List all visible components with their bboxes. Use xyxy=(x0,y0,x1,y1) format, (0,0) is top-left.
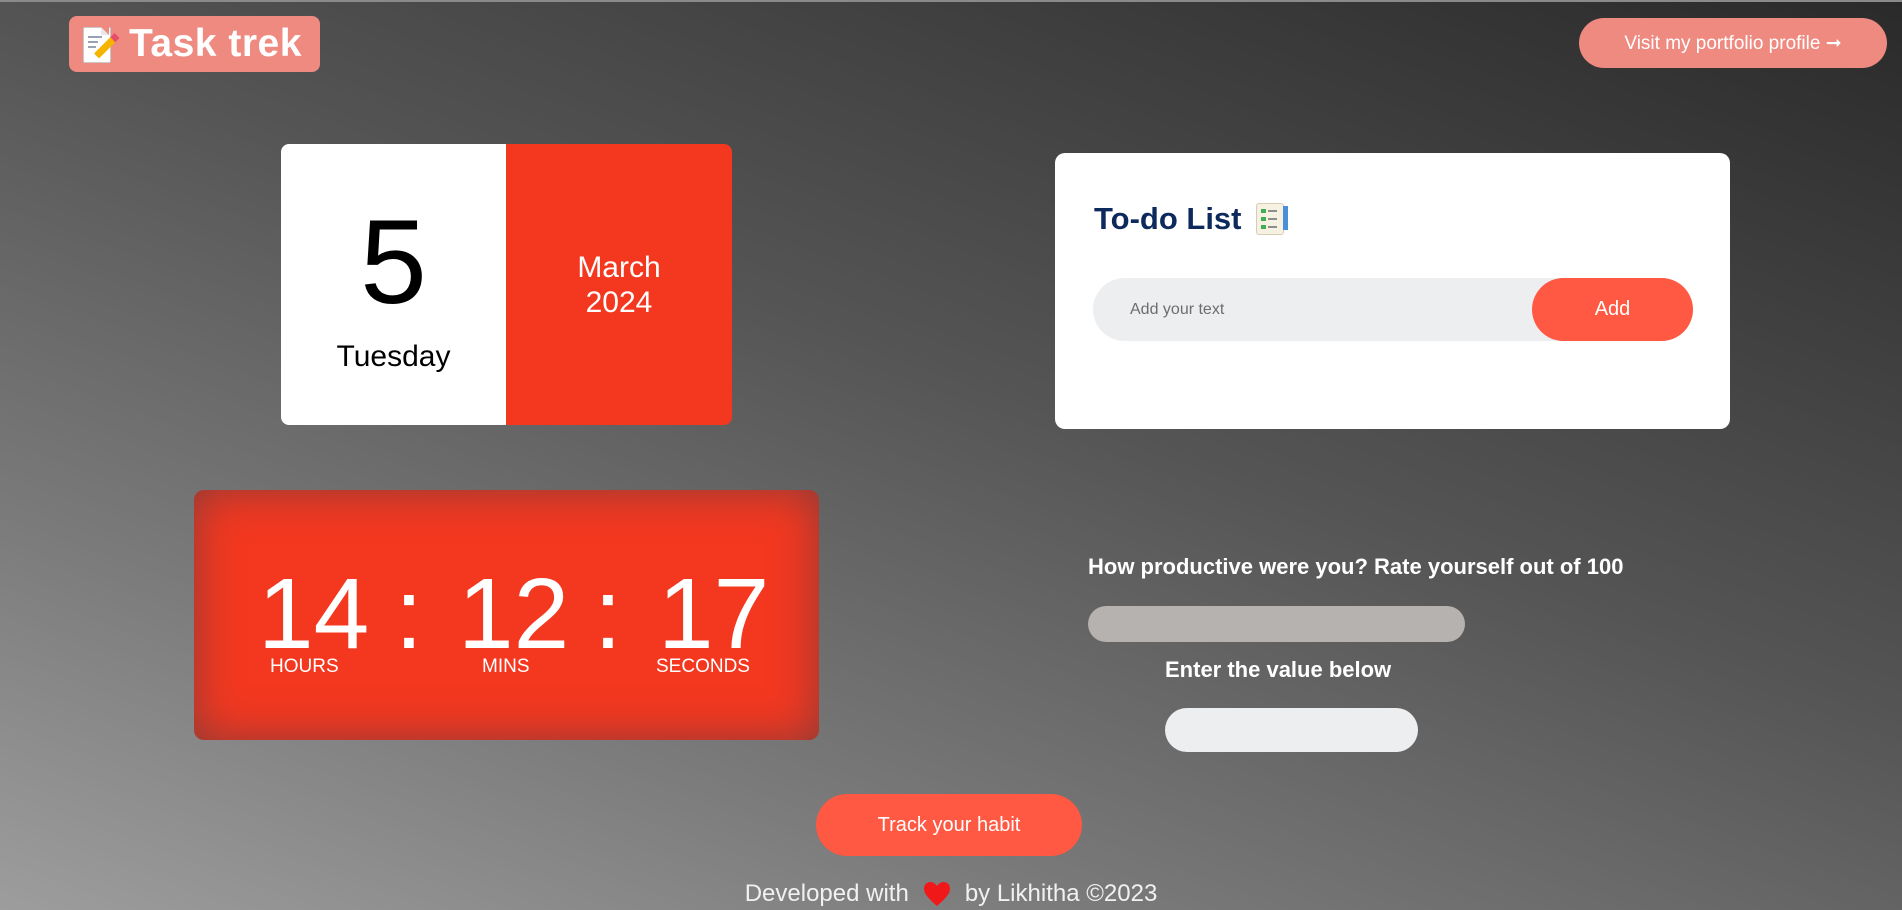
todo-input-row: Add xyxy=(1093,278,1693,341)
date-card: 5 Tuesday March 2024 xyxy=(281,144,732,425)
clock-separator: : xyxy=(594,558,622,670)
heart-icon xyxy=(923,881,951,907)
top-border xyxy=(0,0,1902,2)
portfolio-button[interactable]: Visit my portfolio profile ➞ xyxy=(1579,18,1887,68)
clock-separator: : xyxy=(395,558,423,670)
track-habit-button[interactable]: Track your habit xyxy=(816,794,1082,856)
app-logo[interactable]: Task trek xyxy=(69,16,320,72)
todo-title: To-do List xyxy=(1094,201,1242,236)
clock-seconds: 17 xyxy=(658,558,770,670)
date-year: 2024 xyxy=(585,285,653,319)
date-month: March xyxy=(577,250,661,284)
add-button[interactable]: Add xyxy=(1532,278,1693,341)
productivity-question: How productive were you? Rate yourself o… xyxy=(1088,554,1624,579)
footer-prefix: Developed with xyxy=(744,880,909,907)
todo-heading: To-do List xyxy=(1094,201,1288,237)
date-day-panel: 5 Tuesday xyxy=(281,144,506,425)
clock-minutes: 12 xyxy=(458,558,570,670)
app-title: Task trek xyxy=(129,22,302,65)
footer-suffix: by Likhitha ©2023 xyxy=(964,880,1158,907)
productivity-value-input[interactable] xyxy=(1165,708,1418,752)
clock-seconds-label: SECONDS xyxy=(656,656,750,677)
date-month-panel: March 2024 xyxy=(506,144,732,425)
clock-hours: 14 xyxy=(258,558,370,670)
checklist-icon xyxy=(1255,203,1288,235)
productivity-progress-bar xyxy=(1088,606,1465,642)
digital-clock: 14 : 12 : 17 HOURS MINS SECONDS xyxy=(194,490,819,740)
clock-minutes-label: MINS xyxy=(482,656,530,677)
productivity-enter-label: Enter the value below xyxy=(1165,657,1392,682)
memo-icon xyxy=(79,24,116,64)
date-day-number: 5 xyxy=(360,195,427,329)
footer: Developed with by Likhitha ©2023 xyxy=(0,880,1902,908)
todo-card: To-do List Add xyxy=(1055,153,1730,429)
todo-text-input[interactable] xyxy=(1093,278,1533,341)
clock-hours-label: HOURS xyxy=(270,656,339,677)
date-weekday: Tuesday xyxy=(336,340,451,373)
